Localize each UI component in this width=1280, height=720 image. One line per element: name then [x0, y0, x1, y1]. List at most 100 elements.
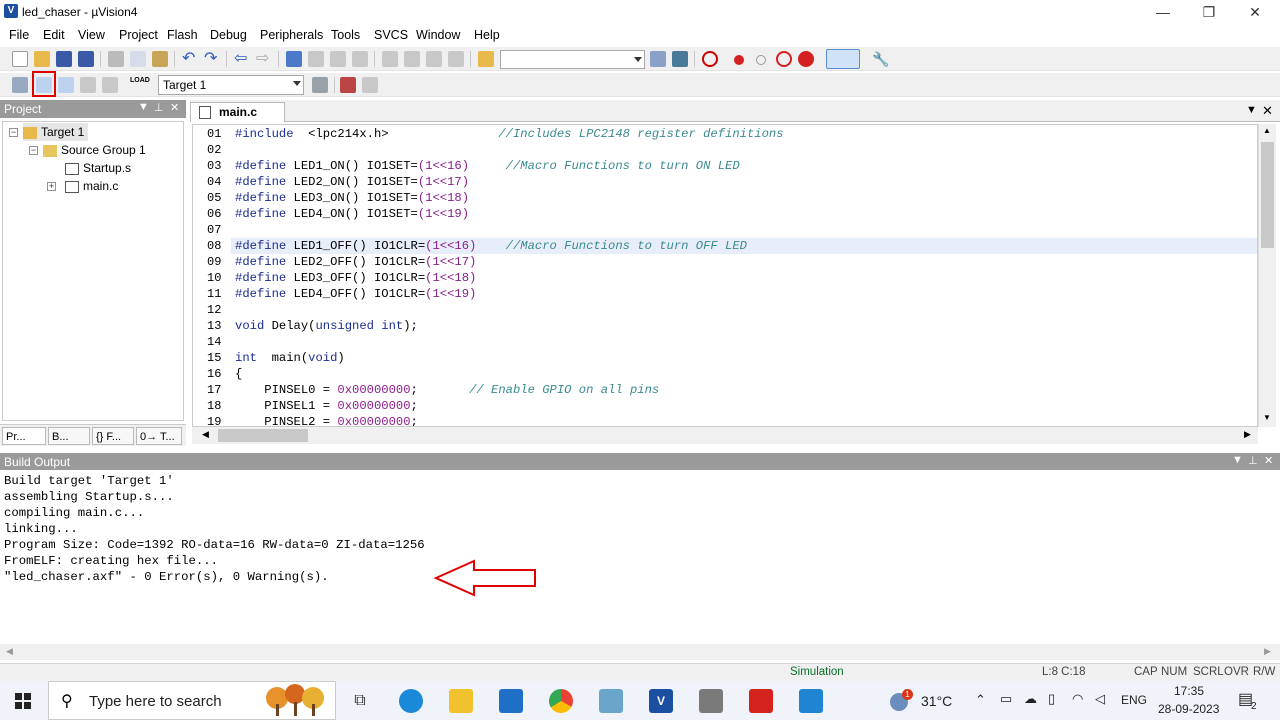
meet-now-icon[interactable]: ▭ [1000, 691, 1012, 707]
target-options-icon[interactable] [312, 77, 328, 93]
taskbar-search-box[interactable]: ⚲ Type here to search [48, 681, 336, 720]
close-button[interactable]: ✕ [1232, 0, 1278, 24]
redo-icon[interactable]: ↷ [204, 51, 220, 67]
scroll-left-arrow[interactable]: ◀ [6, 646, 13, 657]
weather-temp[interactable]: 31°C [921, 693, 952, 709]
tree-item-startup[interactable]: Startup.s [65, 159, 131, 177]
load-download-icon[interactable]: LOAD [130, 77, 150, 93]
browse-icon[interactable] [672, 51, 688, 67]
scroll-left-arrow[interactable]: ◀ [202, 429, 209, 440]
menu-debug[interactable]: Debug [210, 28, 247, 42]
tree-item-target[interactable]: Target 1 [23, 123, 89, 141]
code-editor[interactable]: 01 02 03 04 05 06 07 08 09 10 11 12 13 14 15 16 17 18 19 #… [192, 124, 1258, 427]
save-all-icon[interactable] [78, 51, 94, 67]
tree-item-source-group[interactable]: Source Group 1 [43, 141, 146, 159]
pin-icon[interactable]: ⊥ [154, 101, 164, 114]
minimize-button[interactable]: — [1140, 0, 1186, 24]
volume-icon[interactable]: ◁ [1095, 691, 1105, 707]
menu-tools[interactable]: Tools [331, 28, 360, 42]
menu-view[interactable]: View [78, 28, 105, 42]
scroll-right-arrow[interactable]: ▶ [1244, 429, 1251, 440]
incremental-find-icon[interactable] [650, 51, 666, 67]
editor-horizontal-scrollbar[interactable]: ◀ ▶ [192, 427, 1258, 444]
menu-file[interactable]: File [9, 28, 29, 42]
build-dropdown-icon[interactable]: ▼ [1232, 454, 1243, 466]
snipping-tool-icon[interactable] [599, 689, 623, 713]
menu-flash[interactable]: Flash [167, 28, 198, 42]
panel-close-icon[interactable]: ✕ [170, 101, 179, 114]
tab-project[interactable]: Pr... [2, 427, 46, 445]
menu-project[interactable]: Project [119, 28, 158, 42]
virtual-box-icon[interactable] [699, 689, 723, 713]
next-bookmark-icon[interactable] [330, 51, 346, 67]
copy-icon[interactable] [130, 51, 146, 67]
scroll-up-arrow[interactable]: ▲ [1263, 126, 1271, 135]
chrome-icon[interactable] [549, 689, 573, 713]
navigate-forward-icon[interactable]: ⇨ [256, 51, 272, 67]
comment-icon[interactable] [426, 51, 442, 67]
onedrive-icon[interactable]: ☁ [1024, 691, 1037, 707]
tab-templates[interactable]: 0→ T... [136, 427, 182, 445]
file-extensions-icon[interactable] [362, 77, 378, 93]
show-hidden-icons-icon[interactable]: ⌃ [975, 692, 986, 708]
scroll-down-arrow[interactable]: ▼ [1263, 413, 1271, 422]
editor-close-icon[interactable]: ✕ [1262, 103, 1273, 119]
file-explorer-icon[interactable] [449, 689, 473, 713]
manage-components-icon[interactable] [340, 77, 356, 93]
vscode-icon[interactable] [799, 689, 823, 713]
kill-all-breakpoints-icon[interactable] [798, 51, 814, 67]
cut-icon[interactable] [108, 51, 124, 67]
uvision-taskbar-icon[interactable]: V [649, 689, 673, 713]
acrobat-icon[interactable] [749, 689, 773, 713]
collapse-group-toggle[interactable]: − [29, 146, 38, 155]
build-pin-icon[interactable]: ⊥ [1248, 454, 1258, 467]
menu-edit[interactable]: Edit [43, 28, 65, 42]
editor-tab-main[interactable]: main.c [190, 102, 285, 122]
clear-bookmarks-icon[interactable] [352, 51, 368, 67]
indent-icon[interactable] [382, 51, 398, 67]
clock-date[interactable]: 28-09-2023 [1158, 702, 1219, 716]
disable-breakpoint-icon[interactable] [756, 55, 766, 65]
save-icon[interactable] [56, 51, 72, 67]
tab-functions[interactable]: {} F... [92, 427, 134, 445]
open-folder-icon[interactable] [34, 51, 50, 67]
wrench-icon[interactable]: 🔧 [872, 51, 889, 67]
batch-build-icon[interactable] [80, 77, 96, 93]
menu-help[interactable]: Help [474, 28, 500, 42]
windows-start-icon[interactable] [15, 693, 31, 709]
clock-time[interactable]: 17:35 [1174, 684, 1204, 698]
target-select[interactable]: Target 1 [158, 75, 304, 95]
scroll-thumb[interactable] [1261, 142, 1274, 248]
edge-icon[interactable] [399, 689, 423, 713]
new-file-icon[interactable] [12, 51, 28, 67]
find-combo[interactable] [500, 50, 645, 69]
wifi-icon[interactable]: ◠ [1072, 691, 1083, 707]
tab-books[interactable]: B... [48, 427, 90, 445]
menu-svcs[interactable]: SVCS [374, 28, 408, 42]
bookmark-icon[interactable] [286, 51, 302, 67]
language-indicator[interactable]: ENG [1121, 693, 1147, 707]
paste-icon[interactable] [152, 51, 168, 67]
rebuild-icon[interactable] [58, 77, 74, 93]
task-view-icon[interactable]: ⧉ [348, 689, 372, 713]
build-output-window[interactable]: Build target 'Target 1' assembling Start… [0, 471, 1280, 661]
battery-icon[interactable]: ▯ [1048, 691, 1055, 707]
translate-icon[interactable] [12, 77, 28, 93]
unindent-icon[interactable] [404, 51, 420, 67]
prev-bookmark-icon[interactable] [308, 51, 324, 67]
collapse-target-toggle[interactable]: − [9, 128, 18, 137]
breakpoint-icon[interactable] [734, 55, 744, 65]
disable-all-breakpoints-icon[interactable] [776, 51, 792, 67]
panel-dropdown-icon[interactable]: ▼ [138, 101, 149, 113]
menu-peripherals[interactable]: Peripherals [260, 28, 323, 42]
tree-item-main[interactable]: main.c [65, 177, 118, 195]
uncomment-icon[interactable] [448, 51, 464, 67]
build-horizontal-scrollbar[interactable]: ◀ ▶ [0, 644, 1280, 660]
undo-icon[interactable]: ↶ [182, 51, 198, 67]
editor-dropdown-icon[interactable]: ▼ [1246, 104, 1257, 116]
start-debug-icon[interactable] [702, 51, 718, 67]
build-close-icon[interactable]: ✕ [1264, 454, 1273, 467]
scroll-right-arrow[interactable]: ▶ [1264, 646, 1271, 657]
hscroll-thumb[interactable] [218, 429, 308, 442]
expand-main-toggle[interactable]: + [47, 182, 56, 191]
